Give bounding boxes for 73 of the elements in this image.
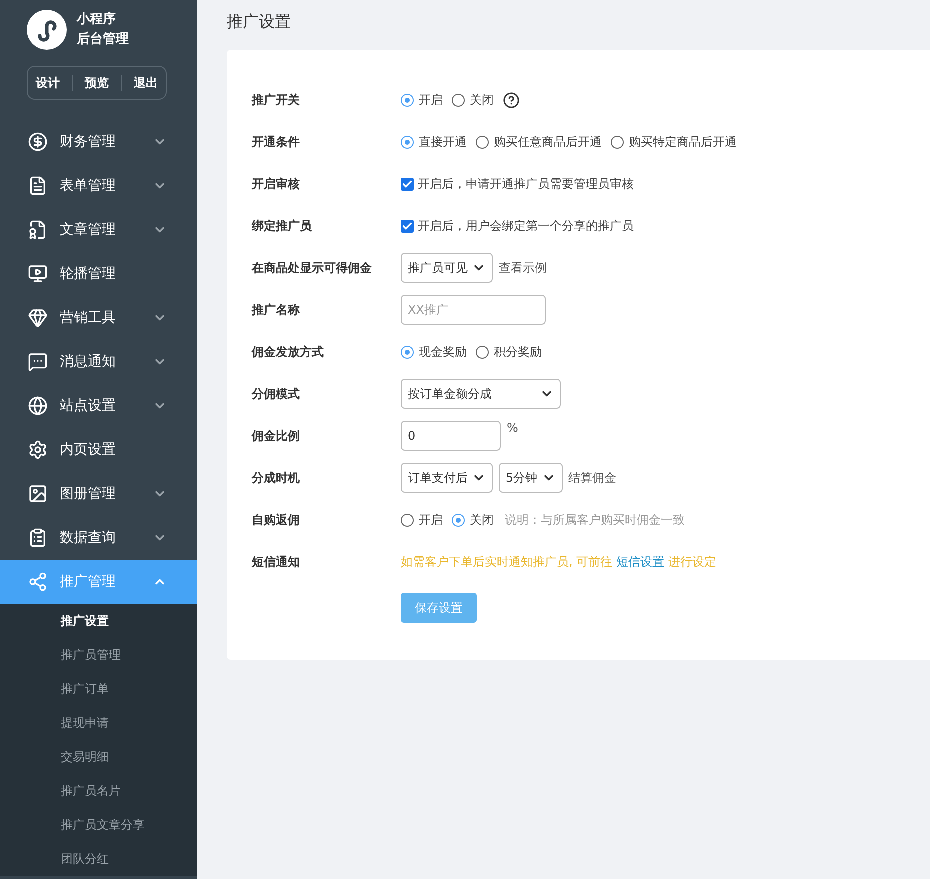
menu-item[interactable]: 内页设置 (0, 428, 197, 472)
checkbox[interactable]: 开启后，用户会绑定第一个分享的推广员 (401, 218, 634, 234)
field-label: 佣金比例 (252, 428, 301, 444)
list-icon (28, 176, 48, 196)
submenu-item[interactable]: 推广员管理 (0, 638, 197, 672)
share-icon (28, 572, 48, 592)
sms-settings-link[interactable]: 短信设置 (616, 554, 664, 568)
page-title: 推广设置 (227, 11, 292, 33)
submenu-item[interactable]: 推广员文章分享 (0, 808, 197, 842)
radio-option[interactable]: 关闭 (452, 512, 494, 528)
diamond-icon (28, 308, 48, 328)
menu-item[interactable]: 文章管理 (0, 208, 197, 252)
submenu-item[interactable]: 团队分红 (0, 842, 197, 876)
example-link[interactable]: 查看示例 (499, 260, 547, 276)
input-field[interactable]: 0 (401, 421, 501, 451)
radio-option[interactable]: 购买任意商品后开通 (476, 134, 602, 150)
menu-item[interactable]: 营销工具 (0, 296, 197, 340)
select-field[interactable]: 按订单金额分成 (401, 379, 561, 409)
select-field[interactable]: 推广员可见 (401, 253, 493, 283)
menu-item[interactable]: 轮播管理 (0, 252, 197, 296)
submenu-item[interactable]: 交易明细 (0, 740, 197, 774)
radio-option[interactable]: 积分奖励 (476, 344, 542, 360)
notice-text: 如需客户下单后实时通知推广员, 可前往 短信设置 进行设定 (401, 554, 716, 570)
field-label: 开启审核 (252, 176, 301, 192)
radio-option[interactable]: 关闭 (452, 92, 494, 108)
field-label: 自购返佣 (252, 512, 301, 528)
radio-option[interactable]: 开启 (401, 92, 443, 108)
submenu-item[interactable]: 提现申请 (0, 706, 197, 740)
submenu-item[interactable]: 推广设置 (0, 604, 197, 638)
field-label: 短信通知 (252, 554, 301, 570)
radio-option[interactable]: 现金奖励 (401, 344, 467, 360)
menu-item[interactable]: 站点设置 (0, 384, 197, 428)
menu-item[interactable]: 图册管理 (0, 472, 197, 516)
settings-icon (28, 440, 48, 460)
select-field[interactable]: 订单支付后 (401, 463, 493, 493)
action-button[interactable]: 退出 (130, 74, 162, 92)
field-label: 在商品处显示可得佣金 (252, 260, 373, 276)
field-label: 推广开关 (252, 92, 301, 108)
brand-title: 小程序 (77, 10, 117, 29)
menu-item[interactable]: 表单管理 (0, 164, 197, 208)
menu-item[interactable]: 消息通知 (0, 340, 197, 384)
field-label: 分佣模式 (252, 386, 301, 402)
checkbox[interactable]: 开启后，申请开通推广员需要管理员审核 (401, 176, 634, 192)
logo-icon (27, 10, 67, 50)
radio-option[interactable]: 直接开通 (401, 134, 467, 150)
note-text: 说明：与所属客户购买时佣金一致 (505, 512, 685, 528)
brand-title: 后台管理 (77, 30, 129, 49)
play-screen-icon (28, 264, 48, 284)
help-icon[interactable] (503, 92, 520, 108)
check-icon (402, 178, 413, 190)
image-icon (28, 484, 48, 504)
submenu-item[interactable]: 推广订单 (0, 672, 197, 706)
field-label: 佣金发放方式 (252, 344, 325, 360)
check-icon (402, 220, 413, 232)
action-button[interactable]: 设计 (32, 74, 64, 92)
message-icon (28, 352, 48, 372)
field-label: 分成时机 (252, 470, 301, 486)
suffix-text: 结算佣金 (568, 470, 617, 486)
clipboard-icon (28, 528, 48, 548)
input-field[interactable]: XX推广 (401, 295, 546, 325)
menu-item[interactable]: 财务管理 (0, 120, 197, 164)
submenu-item[interactable]: 推广员名片 (0, 774, 197, 808)
radio-option[interactable]: 购买特定商品后开通 (611, 134, 737, 150)
action-button[interactable]: 预览 (81, 74, 113, 92)
field-label: 绑定推广员 (252, 218, 313, 234)
suffix-text: % (507, 421, 518, 435)
select-field[interactable]: 5分钟 (499, 463, 563, 493)
menu-item[interactable]: 数据查询 (0, 516, 197, 560)
field-label: 开通条件 (252, 134, 301, 150)
document-icon (28, 220, 48, 240)
radio-option[interactable]: 开启 (401, 512, 443, 528)
field-label: 推广名称 (252, 302, 301, 318)
globe-icon (28, 396, 48, 416)
